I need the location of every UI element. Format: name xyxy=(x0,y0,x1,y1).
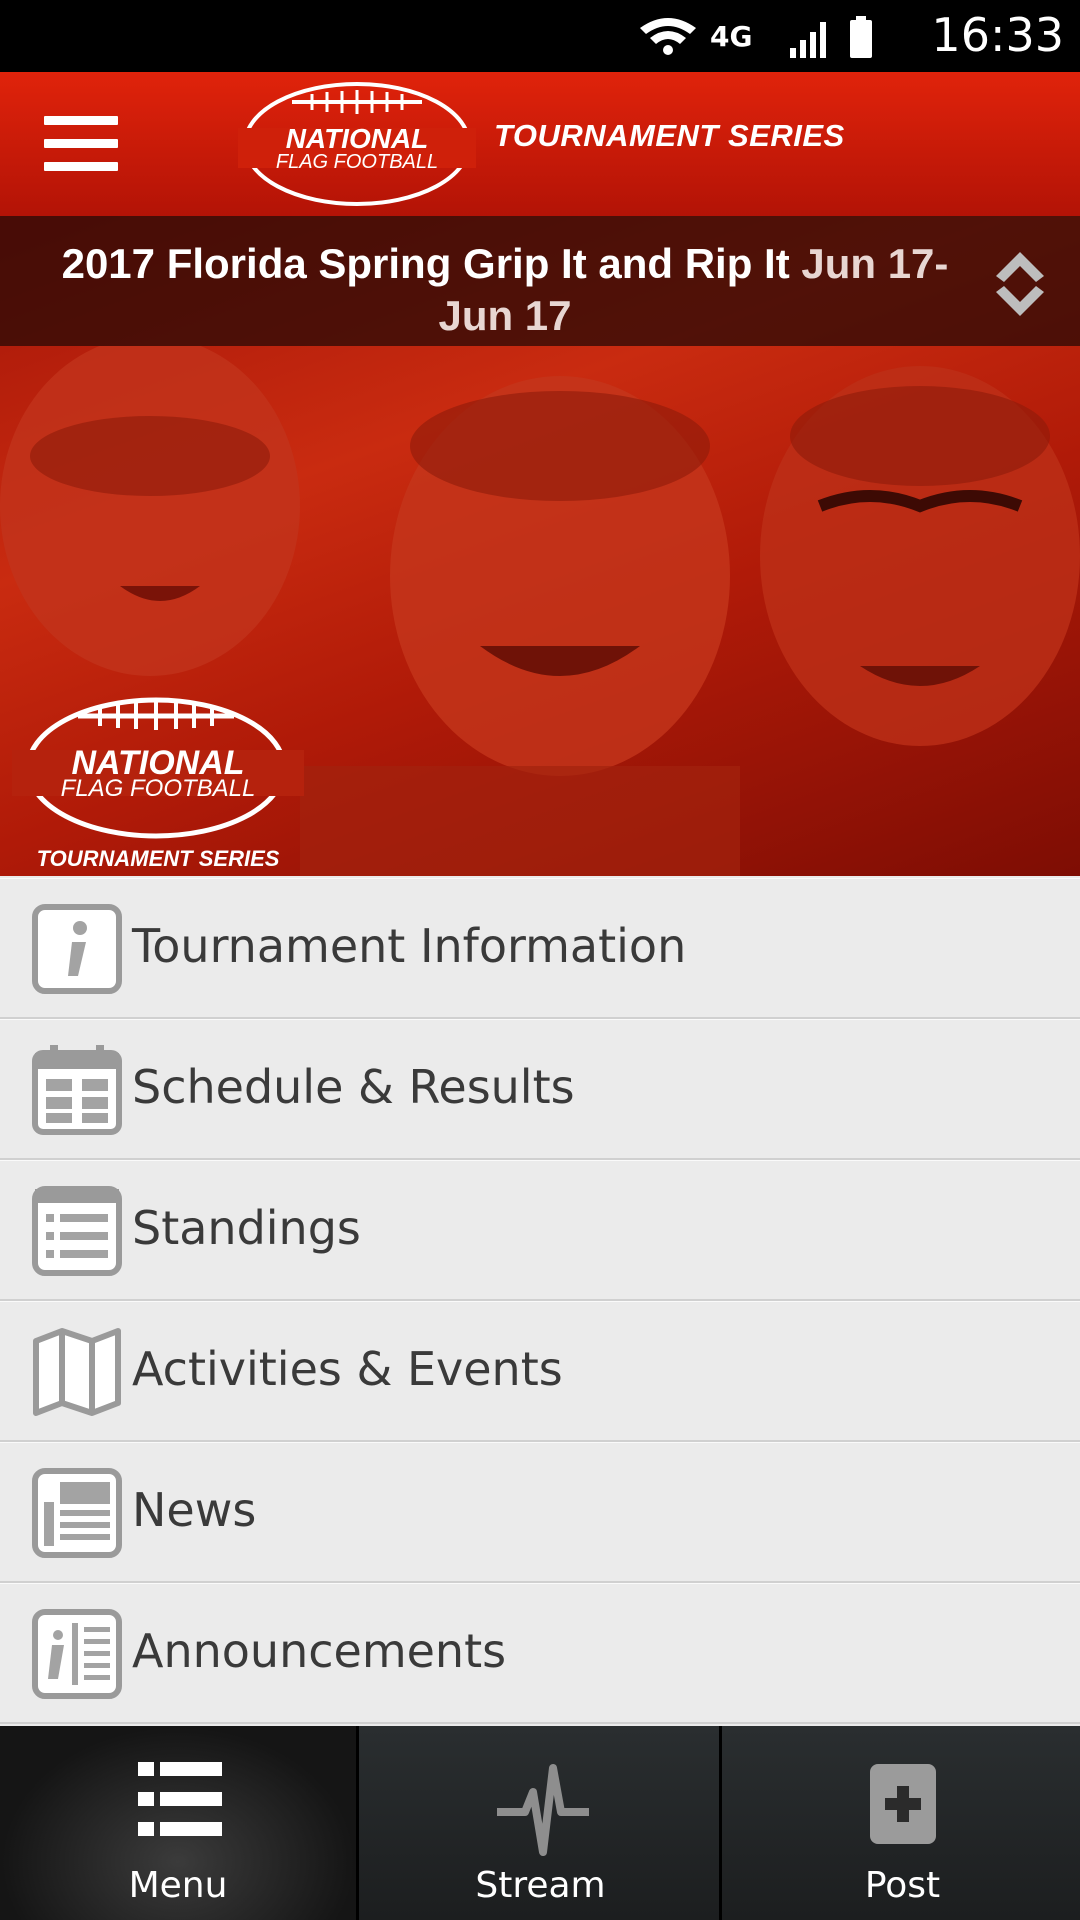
plus-box-icon xyxy=(870,1764,936,1844)
newspaper-icon xyxy=(32,1468,122,1558)
menu-item-label: Activities & Events xyxy=(132,1342,563,1396)
hero-logo-line3: TOURNAMENT SERIES xyxy=(37,846,280,871)
pulse-icon xyxy=(497,1764,589,1856)
list-menu-icon xyxy=(138,1762,222,1836)
menu-item-label: Schedule & Results xyxy=(132,1060,575,1114)
status-bar: 4G 16:33 xyxy=(0,0,1080,72)
national-flag-football-logo: NATIONAL FLAG FOOTBALL xyxy=(238,82,476,206)
menu-item-label: News xyxy=(132,1483,257,1537)
calendar-icon xyxy=(32,1045,122,1135)
hero-banner: 2017 Florida Spring Grip It and Rip It J… xyxy=(0,216,1080,876)
event-switcher-chevron-icon[interactable] xyxy=(990,246,1050,322)
logo-line2: FLAG FOOTBALL xyxy=(276,151,438,173)
menu-item-news[interactable]: News xyxy=(0,1442,1080,1583)
logo-line1: NATIONAL xyxy=(286,123,429,154)
info-icon xyxy=(32,904,122,994)
signal-icon xyxy=(790,22,826,58)
battery-icon xyxy=(850,16,872,58)
network-type-label: 4G xyxy=(710,20,752,53)
tab-label: Post xyxy=(864,1865,941,1906)
list-icon xyxy=(32,1186,122,1276)
event-name: 2017 Florida Spring Grip It and Rip It xyxy=(61,240,790,287)
event-title[interactable]: 2017 Florida Spring Grip It and Rip It J… xyxy=(30,238,980,342)
wifi-icon xyxy=(640,18,696,55)
menu-item-label: Standings xyxy=(132,1201,361,1255)
hero-logo-line2: FLAG FOOTBALL xyxy=(61,775,256,802)
tab-stream[interactable]: Stream xyxy=(356,1726,722,1920)
menu-item-label: Announcements xyxy=(132,1624,507,1678)
tournament-series-label: TOURNAMENT SERIES xyxy=(494,118,845,153)
menu-item-label: Tournament Information xyxy=(132,919,687,973)
bottom-tab-bar: Menu Stream Post xyxy=(0,1726,1080,1920)
announcement-icon xyxy=(32,1609,122,1699)
map-icon xyxy=(33,1328,121,1416)
tab-menu[interactable]: Menu xyxy=(0,1726,356,1920)
app-header: NATIONAL FLAG FOOTBALL TOURNAMENT SERIES xyxy=(0,72,1080,216)
hero-logo: NATIONAL FLAG FOOTBALL TOURNAMENT SERIES xyxy=(12,697,304,871)
menu-item-tournament-information[interactable]: Tournament Information xyxy=(0,878,1080,1019)
tab-post[interactable]: Post xyxy=(719,1726,1080,1920)
menu-item-standings[interactable]: Standings xyxy=(0,1160,1080,1301)
hamburger-menu-icon[interactable] xyxy=(44,116,118,172)
status-icons: 4G xyxy=(640,16,872,58)
tab-label: Menu xyxy=(128,1865,228,1906)
status-time: 16:33 xyxy=(931,8,1064,62)
main-menu-list: Tournament Information Schedule & Result… xyxy=(0,878,1080,1724)
menu-item-activities-events[interactable]: Activities & Events xyxy=(0,1301,1080,1442)
menu-item-announcements[interactable]: Announcements xyxy=(0,1583,1080,1724)
menu-item-schedule-results[interactable]: Schedule & Results xyxy=(0,1019,1080,1160)
tab-label: Stream xyxy=(475,1865,606,1906)
